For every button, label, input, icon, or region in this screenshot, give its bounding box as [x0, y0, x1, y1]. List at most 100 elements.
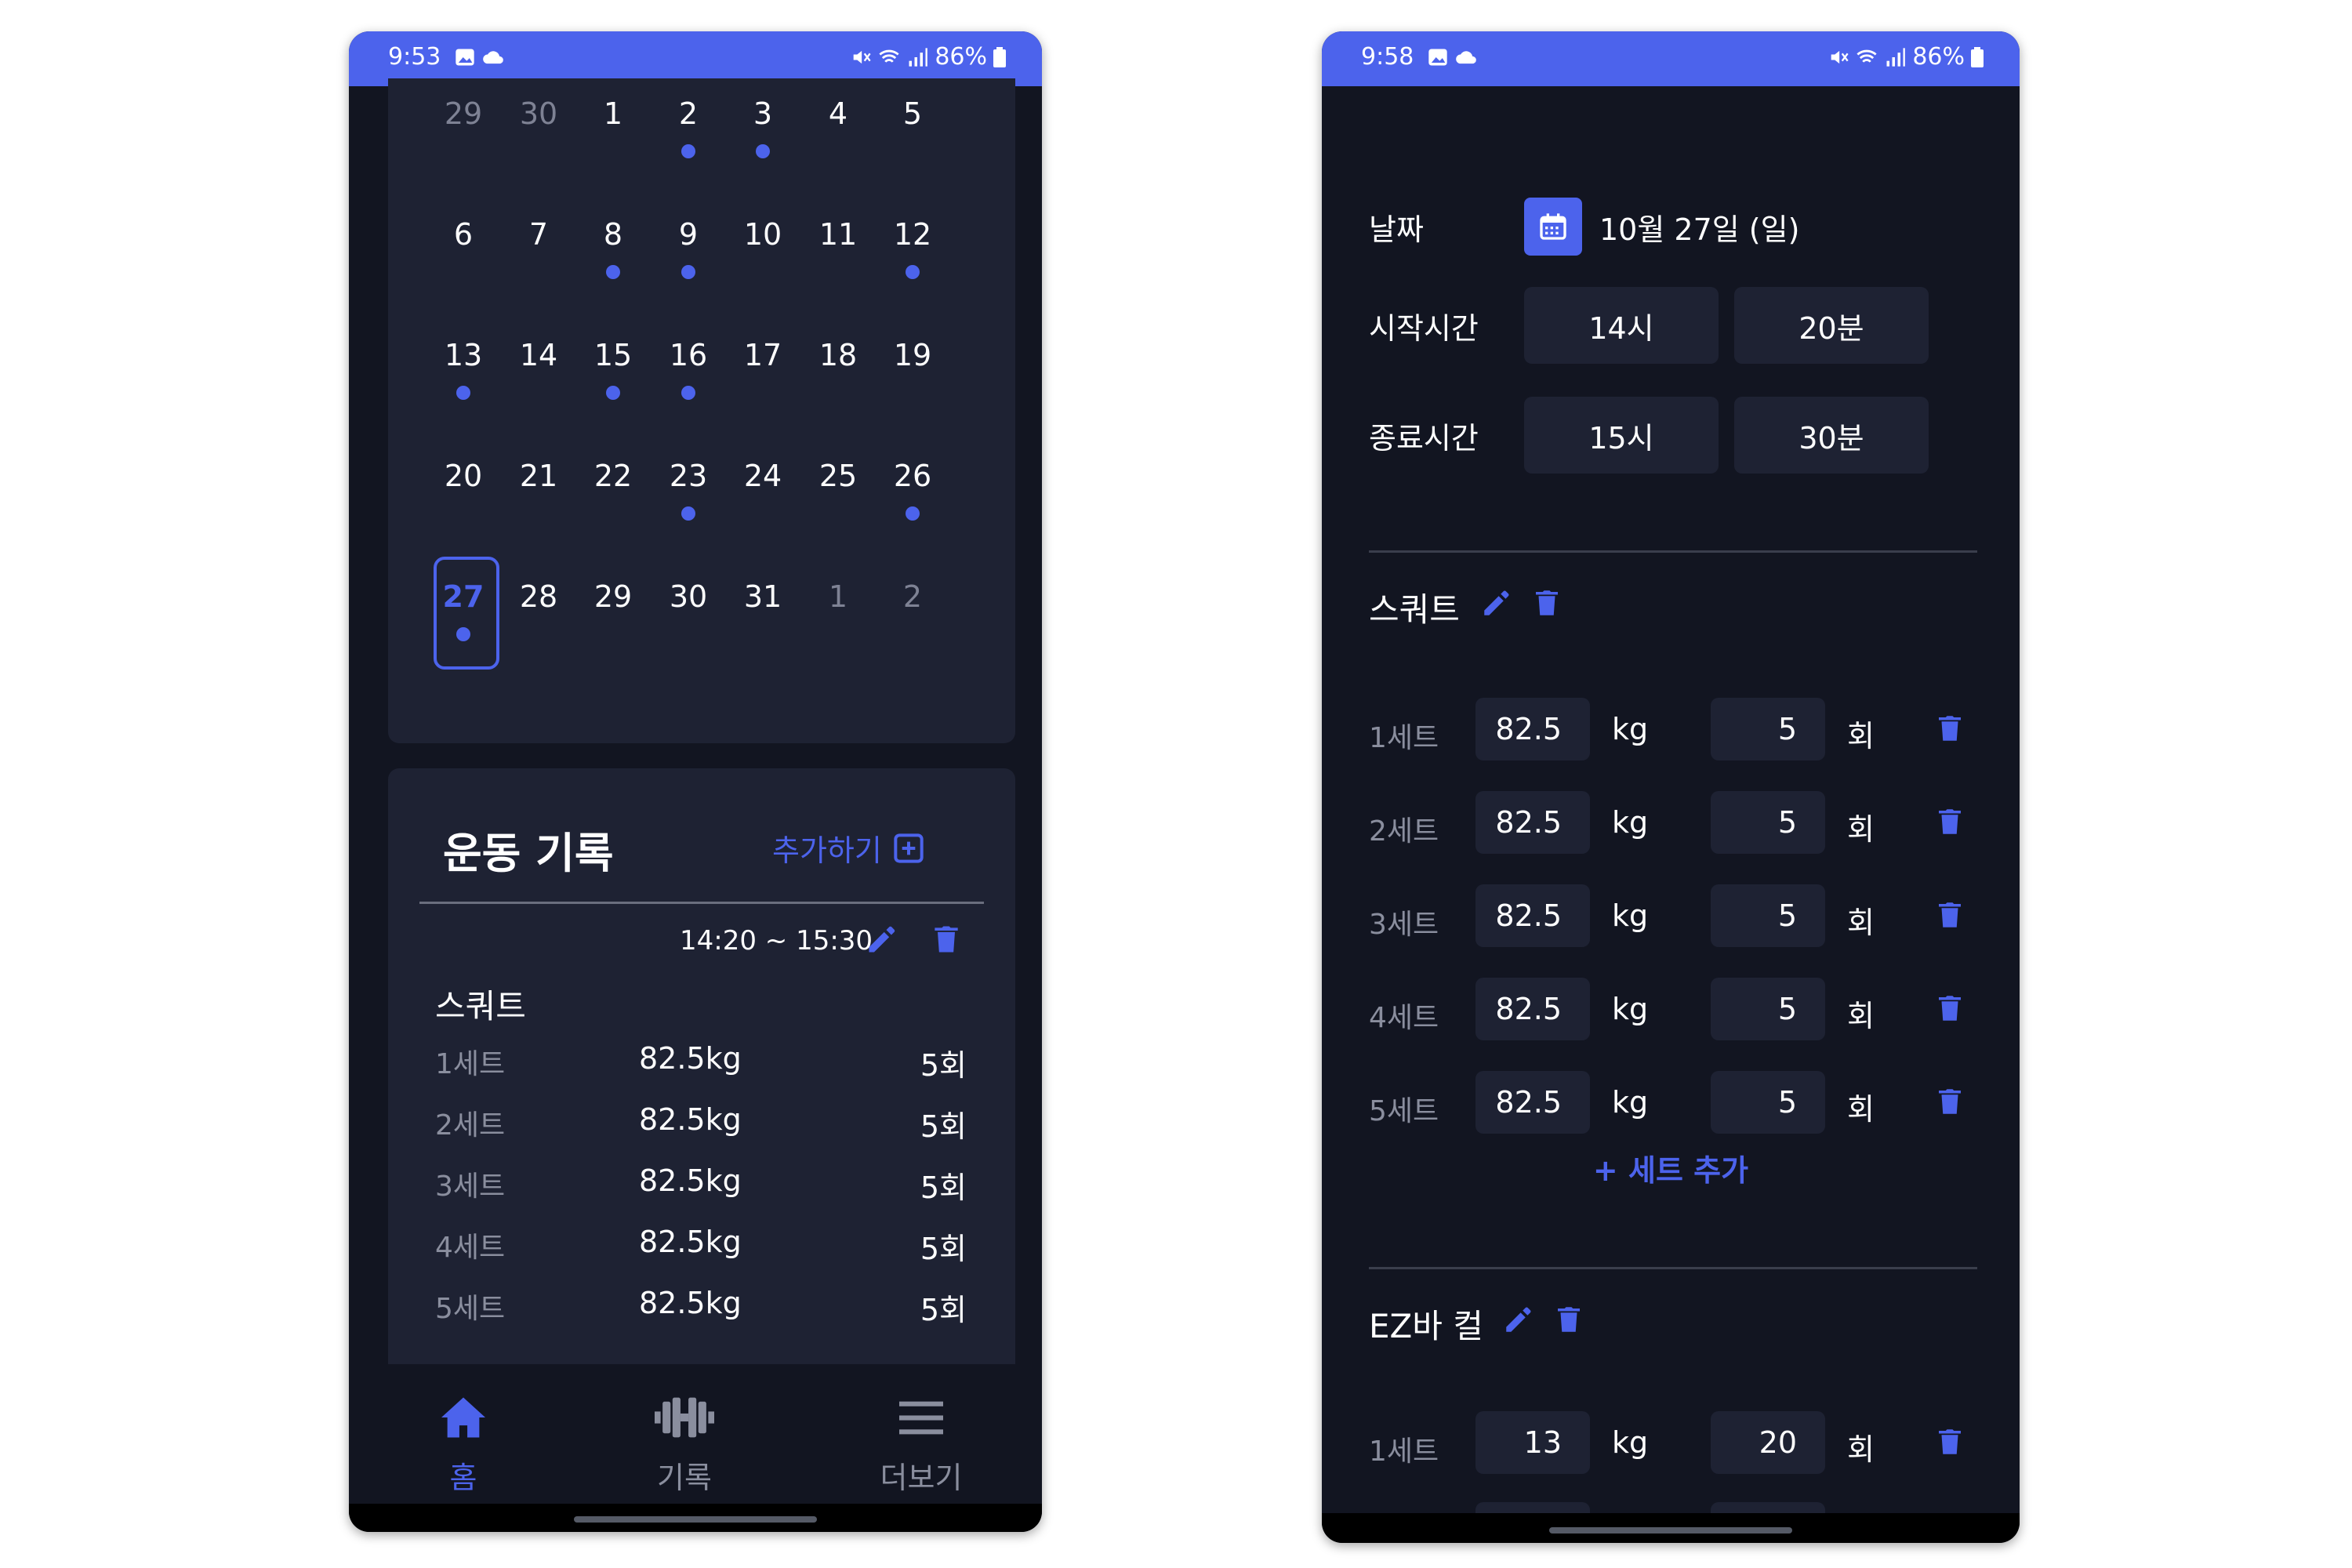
calendar-day[interactable]: 27: [427, 557, 499, 696]
nav-more-label: 더보기: [880, 1461, 963, 1495]
calendar-day[interactable]: 17: [727, 337, 799, 455]
calendar-day[interactable]: 28: [503, 579, 575, 696]
record-divider: [419, 902, 984, 904]
section-divider: [1369, 1267, 1977, 1269]
calendar-day[interactable]: 5: [877, 96, 949, 213]
trash-icon[interactable]: [929, 922, 964, 956]
calendar-day[interactable]: 19: [877, 337, 949, 455]
reps-input[interactable]: 5: [1711, 1071, 1825, 1134]
weight-input[interactable]: 82.5: [1475, 791, 1590, 854]
delete-set-icon[interactable]: [1933, 1425, 1966, 1458]
delete-set-icon[interactable]: [1933, 712, 1966, 745]
calendar-day-number: 20: [444, 459, 483, 493]
weight-unit: kg: [1612, 898, 1649, 933]
calendar-day[interactable]: 30: [652, 579, 724, 696]
workout-record-card: 운동 기록 추가하기 14:20 ~ 15:30 스쿼트 1세트 82.5kg 5회…: [388, 768, 1015, 1364]
reps-input[interactable]: 5: [1711, 698, 1825, 760]
delete-set-icon[interactable]: [1933, 805, 1966, 838]
start-hour-field[interactable]: 14시: [1524, 287, 1719, 364]
calendar-day-number: 3: [753, 96, 773, 131]
calendar-day[interactable]: 24: [727, 458, 799, 575]
calendar-day[interactable]: 16: [652, 337, 724, 455]
calendar-day[interactable]: 14: [503, 337, 575, 455]
exercise-name: 스쿼트: [435, 987, 526, 1025]
end-minute-field[interactable]: 30분: [1734, 397, 1929, 474]
battery-icon: [993, 46, 1006, 67]
calendar-day[interactable]: 23: [652, 458, 724, 575]
reps-input[interactable]: 5: [1711, 978, 1825, 1040]
date-picker-button[interactable]: [1524, 198, 1582, 256]
calendar-day[interactable]: 10: [727, 216, 799, 334]
calendar-day[interactable]: 29: [427, 96, 499, 213]
calendar-day-number: 30: [519, 96, 558, 131]
weight-input[interactable]: 82.5: [1475, 1071, 1590, 1134]
workout-indicator-dot: [756, 144, 770, 158]
end-time-label: 종료시간: [1369, 421, 1479, 456]
calendar-day[interactable]: 15: [577, 337, 649, 455]
workout-indicator-dot: [681, 144, 695, 158]
weight-input[interactable]: 13: [1475, 1411, 1590, 1474]
calendar-day-number: 30: [669, 579, 708, 614]
reps-input[interactable]: 5: [1711, 884, 1825, 947]
calendar-day[interactable]: 26: [877, 458, 949, 575]
calendar-day[interactable]: 13: [427, 337, 499, 455]
calendar-day[interactable]: 7: [503, 216, 575, 334]
signal-icon: [909, 47, 928, 67]
calendar-day[interactable]: 9: [652, 216, 724, 334]
reps-input[interactable]: 5: [1711, 791, 1825, 854]
trash-icon[interactable]: [1552, 1303, 1585, 1336]
delete-set-icon[interactable]: [1933, 898, 1966, 931]
edit-icon[interactable]: [1502, 1303, 1535, 1336]
calendar-day-number: 23: [669, 459, 708, 493]
reps-input[interactable]: 20: [1711, 1411, 1825, 1474]
set-reps: 5회: [920, 1171, 967, 1205]
calendar-day[interactable]: 8: [577, 216, 649, 334]
calendar-day-number: 1: [603, 96, 623, 131]
calendar-day[interactable]: 25: [802, 458, 874, 575]
calendar-day[interactable]: 31: [727, 579, 799, 696]
weight-input[interactable]: 82.5: [1475, 978, 1590, 1040]
calendar-day[interactable]: 22: [577, 458, 649, 575]
add-set-button[interactable]: + 세트 추가: [1322, 1146, 2020, 1189]
menu-icon: [899, 1401, 943, 1435]
nav-home[interactable]: 홈: [401, 1396, 526, 1497]
reps-unit: 회: [1847, 906, 1875, 940]
calendar-day[interactable]: 21: [503, 458, 575, 575]
calendar-day[interactable]: 2: [877, 579, 949, 696]
calendar-day-number: 25: [818, 459, 858, 493]
set-label: 4세트: [1369, 1002, 1439, 1034]
home-indicator[interactable]: [1549, 1527, 1792, 1534]
end-hour-field[interactable]: 15시: [1524, 397, 1719, 474]
edit-icon[interactable]: [1480, 586, 1513, 619]
workout-indicator-dot: [906, 265, 920, 279]
home-indicator[interactable]: [574, 1516, 817, 1523]
calendar-day[interactable]: 12: [877, 216, 949, 334]
trash-icon[interactable]: [1530, 586, 1563, 619]
calendar-day[interactable]: 18: [802, 337, 874, 455]
calendar-day[interactable]: 1: [802, 579, 874, 696]
calendar-day[interactable]: 3: [727, 96, 799, 213]
calendar-day[interactable]: 4: [802, 96, 874, 213]
nav-records[interactable]: 기록: [622, 1396, 747, 1497]
date-value[interactable]: 10월 27일 (일): [1599, 205, 1799, 249]
calendar-day-number: 1: [828, 579, 848, 614]
weight-input[interactable]: 82.5: [1475, 698, 1590, 760]
start-minute-field[interactable]: 20분: [1734, 287, 1929, 364]
system-icons: 86%: [850, 43, 1006, 71]
weight-input[interactable]: 82.5: [1475, 884, 1590, 947]
nav-more[interactable]: 더보기: [858, 1396, 984, 1497]
edit-icon[interactable]: [865, 922, 899, 956]
calendar-day[interactable]: 1: [577, 96, 649, 213]
calendar-day[interactable]: 29: [577, 579, 649, 696]
calendar-day-number: 5: [902, 96, 923, 131]
calendar-day[interactable]: 11: [802, 216, 874, 334]
add-record-button[interactable]: 추가하기: [772, 826, 924, 869]
delete-set-icon[interactable]: [1933, 992, 1966, 1025]
notification-icons: [454, 46, 504, 68]
calendar-day[interactable]: 30: [503, 96, 575, 213]
delete-set-icon[interactable]: [1933, 1085, 1966, 1118]
calendar-day[interactable]: 2: [652, 96, 724, 213]
calendar-day[interactable]: 6: [427, 216, 499, 334]
signal-icon: [1886, 47, 1906, 67]
set-weight: 82.5kg: [639, 1286, 742, 1320]
